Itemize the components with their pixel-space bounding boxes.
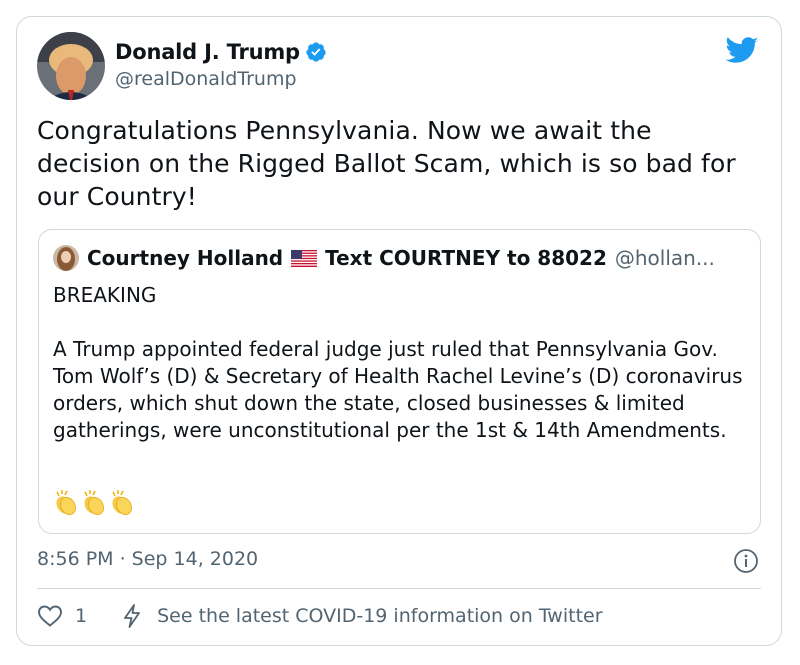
tweet-timestamp[interactable]: 8:56 PM · Sep 14, 2020 (37, 548, 258, 570)
clapping-hands-icon (81, 488, 107, 516)
quoted-tweet-header: Courtney Holland Text COURTNEY to 88022 … (53, 245, 749, 271)
quoted-tweet[interactable]: Courtney Holland Text COURTNEY to 88022 … (38, 229, 761, 534)
clapping-hands-icon (109, 488, 135, 516)
tweet-actions: 1 See the latest COVID-19 information on… (37, 603, 603, 629)
author-block: Donald J. Trump @realDonaldTrump (115, 40, 327, 90)
info-icon[interactable] (733, 548, 759, 574)
quoted-tweet-text: BREAKING A Trump appointed federal judge… (53, 283, 743, 442)
verified-badge-icon (305, 41, 327, 63)
heart-icon[interactable] (37, 604, 63, 628)
quoted-author-name-suffix: Text COURTNEY to 88022 (325, 246, 607, 270)
emoji-row (53, 488, 137, 516)
covid-info-link[interactable]: See the latest COVID-19 information on T… (157, 605, 602, 627)
author-avatar[interactable] (37, 32, 105, 100)
quoted-author-name: Courtney Holland (87, 246, 284, 270)
clapping-hands-icon (53, 488, 79, 516)
author-name[interactable]: Donald J. Trump (115, 40, 300, 64)
us-flag-icon (291, 249, 318, 267)
divider (37, 588, 761, 589)
tweet-card: Donald J. Trump @realDonaldTrump Congrat… (16, 16, 782, 646)
like-count: 1 (75, 605, 88, 627)
quoted-author-avatar (53, 245, 79, 271)
quoted-author-handle: @hollan... (614, 246, 715, 270)
tweet-text: Congratulations Pennsylvania. Now we awa… (37, 116, 736, 211)
lightning-bolt-icon (121, 603, 143, 629)
author-handle[interactable]: @realDonaldTrump (115, 68, 327, 90)
twitter-bird-icon[interactable] (725, 37, 759, 65)
